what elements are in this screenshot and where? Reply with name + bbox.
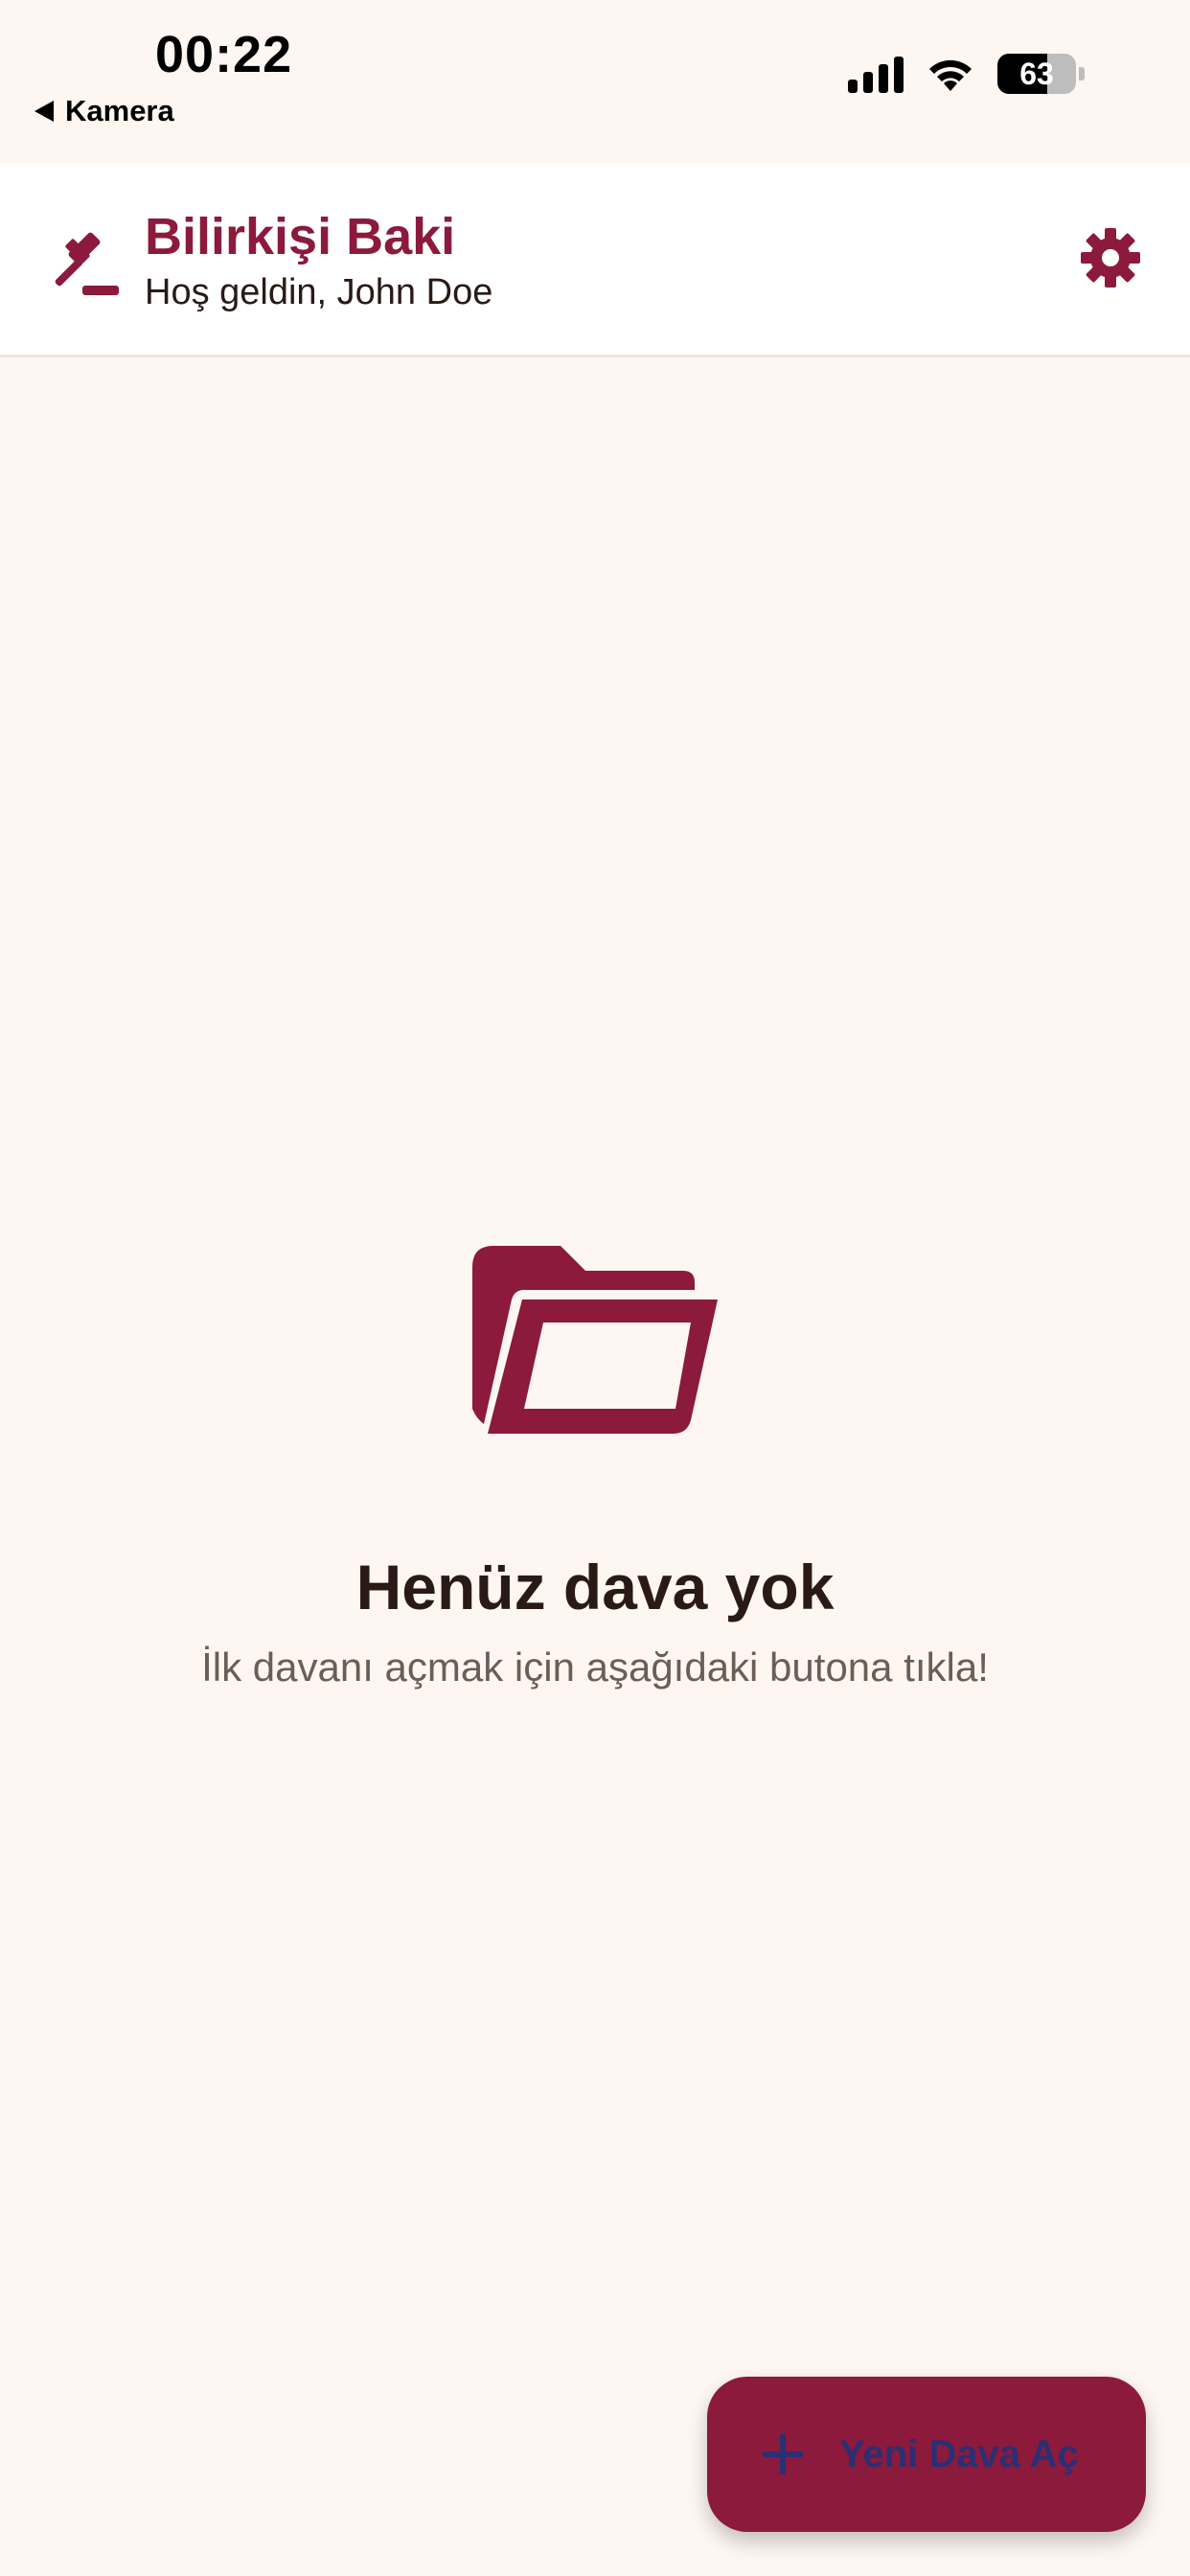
status-bar: 00:22 Kamera 63: [0, 0, 1190, 163]
wifi-icon: [929, 59, 972, 91]
cellular-signal-icon: [848, 55, 904, 93]
battery-nub: [1079, 67, 1085, 80]
battery-percent: 63: [1019, 56, 1054, 91]
folder-open-icon: [472, 1246, 718, 1434]
empty-state: Henüz dava yok İlk davanı açmak için aşa…: [0, 1246, 1190, 1690]
battery-icon: 63: [997, 54, 1076, 94]
app-title: Bilirkişi Baki: [145, 208, 456, 265]
back-arrow-icon: [34, 101, 54, 122]
status-time: 00:22: [155, 26, 293, 83]
welcome-text: Hoş geldin, John Doe: [145, 272, 493, 312]
empty-state-message: İlk davanı açmak için aşağıdaki butona t…: [201, 1644, 989, 1690]
back-to-app-button[interactable]: Kamera: [34, 94, 174, 128]
plus-icon: [763, 2434, 803, 2474]
status-icons: 63: [848, 54, 1085, 94]
empty-state-title: Henüz dava yok: [355, 1552, 835, 1622]
gear-icon[interactable]: [1079, 226, 1142, 289]
app-header: Bilirkişi Baki Hoş geldin, John Doe: [0, 163, 1190, 357]
gavel-icon: [55, 232, 119, 295]
new-case-button[interactable]: Yeni Dava Aç: [707, 2377, 1146, 2532]
back-label: Kamera: [65, 94, 174, 127]
new-case-label: Yeni Dava Aç: [839, 2432, 1079, 2475]
